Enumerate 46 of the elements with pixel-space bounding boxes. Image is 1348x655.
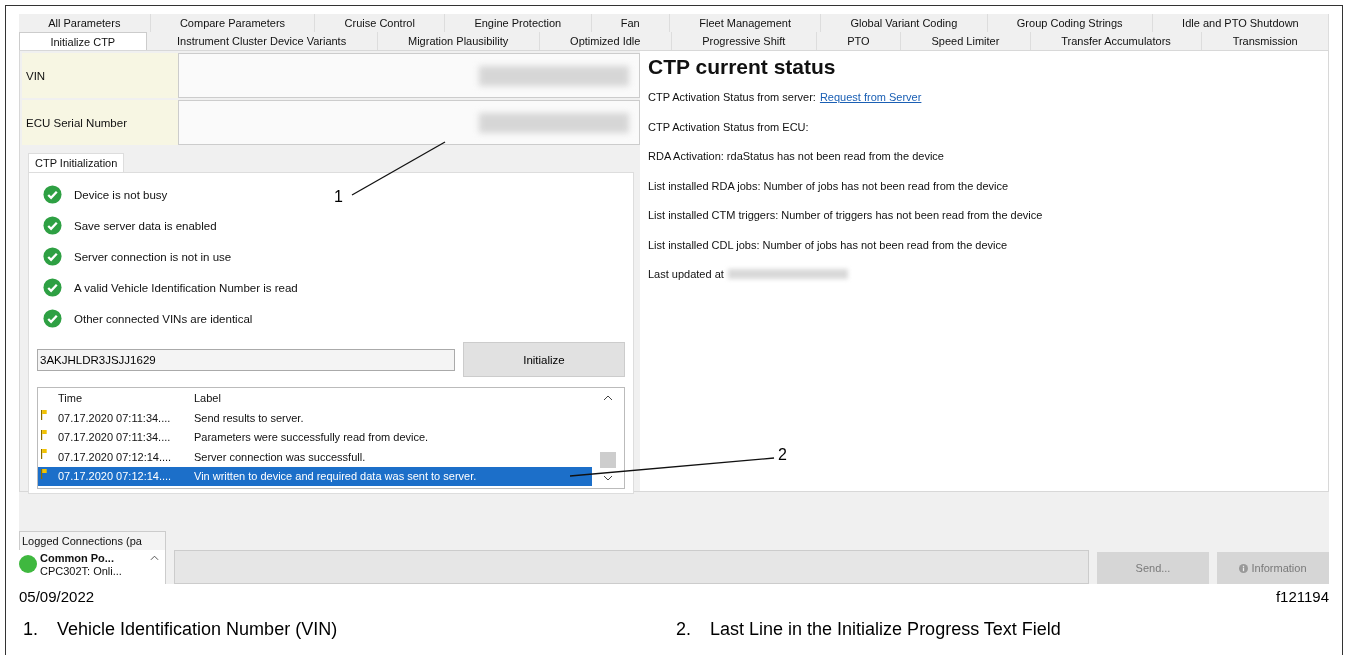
check-text: Server connection is not in use [74,250,232,263]
log-row[interactable]: 07.17.2020 07:11:34.... Send results to server. [38,408,592,428]
check-text: A valid Vehicle Identification Number is read [74,281,298,294]
scroll-up-icon[interactable] [603,395,613,401]
caption-number: 1. [23,619,39,640]
check-text: Save server data is enabled [74,219,217,232]
tab[interactable]: Initialize CTP [19,32,147,50]
field-label: ECU Serial Number [22,100,178,145]
figure-id: f121194 [1275,588,1329,605]
flag-icon [41,449,47,459]
scroll-down-icon[interactable] [603,475,613,481]
column-header[interactable]: Label [194,392,221,404]
group-tab[interactable]: CTP Initialization [28,153,125,172]
log-row[interactable]: 07.17.2020 07:12:14.... Server connection was successfull. [38,447,592,467]
status-text: List installed CDL jobs: Number of jobs has not been read from the device [648,238,1008,251]
connection-name[interactable]: Common Po... [40,552,122,565]
status-text: RDA Activation: rdaStatus has not been read from the device [648,150,944,162]
status-text: Last updated at [648,268,724,280]
message-field[interactable] [174,550,1089,584]
status-heading: CTP current status [648,55,837,79]
callout-number: 2 [778,446,787,464]
flag-icon [41,410,47,420]
log-row[interactable]: 07.17.2020 07:12:14.... Vin written to device and required data was sent to server. [38,466,592,486]
connections-tab[interactable]: Logged Connections (pa [19,531,166,550]
status-text: List installed RDA jobs: Number of jobs has not been read from the device [648,179,1009,192]
log-row[interactable]: 07.17.2020 07:11:34.... Parameters were successfully read from device. [38,427,592,447]
scroll-thumb[interactable] [600,452,616,468]
info-icon [1239,563,1249,573]
check-text: Other connected VINs are identical [74,312,253,325]
flag-icon [41,429,47,440]
field-label: VIN [22,53,178,98]
status-text: List installed CTM triggers: Number of triggers has not been read from the device [648,209,1043,221]
caption-text: Last Line in the Initialize Progress Text Field [710,619,1061,640]
caption-text: Vehicle Identification Number (VIN) [57,619,338,640]
connection-status: CPC302T: Onli... [40,565,122,578]
check-text: Device is not busy [74,188,168,201]
request-link[interactable]: Request from Server [819,91,922,103]
status-text: CTP Activation Status from ECU: [648,120,809,133]
flag-icon [41,468,47,479]
initialize-button[interactable]: Initialize [463,342,625,377]
caption-number: 2. [676,619,692,640]
callout-number: 1 [334,188,343,206]
column-header[interactable]: Time [58,392,194,404]
vin-input-field[interactable]: 3AKJHLDR3JSJJ1629 [37,348,455,371]
date-text: 05/09/2022 [19,588,95,605]
status-text: CTP Activation Status from server: [648,91,816,103]
